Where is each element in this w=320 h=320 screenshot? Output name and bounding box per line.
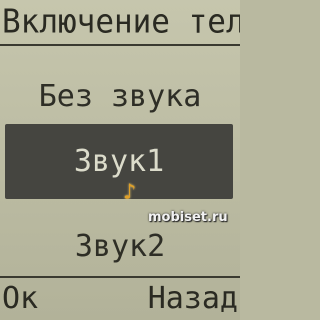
menu-item-sound2[interactable]: Звук2 — [0, 224, 240, 270]
menu-item-sound1-selected[interactable]: Звук1 — [5, 124, 233, 199]
screen-title: Включение теле — [2, 3, 240, 41]
ok-softkey[interactable]: Ок — [2, 278, 38, 320]
phone-screen: Включение теле Без звука Звук1 Звук2 ♪ m… — [0, 0, 240, 320]
back-softkey[interactable]: Назад — [148, 278, 238, 320]
watermark: mobiset.ru — [148, 210, 228, 225]
music-note-icon: ♪ — [123, 180, 137, 205]
title-divider — [0, 44, 240, 46]
menu-item-silent[interactable]: Без звука — [0, 74, 240, 120]
